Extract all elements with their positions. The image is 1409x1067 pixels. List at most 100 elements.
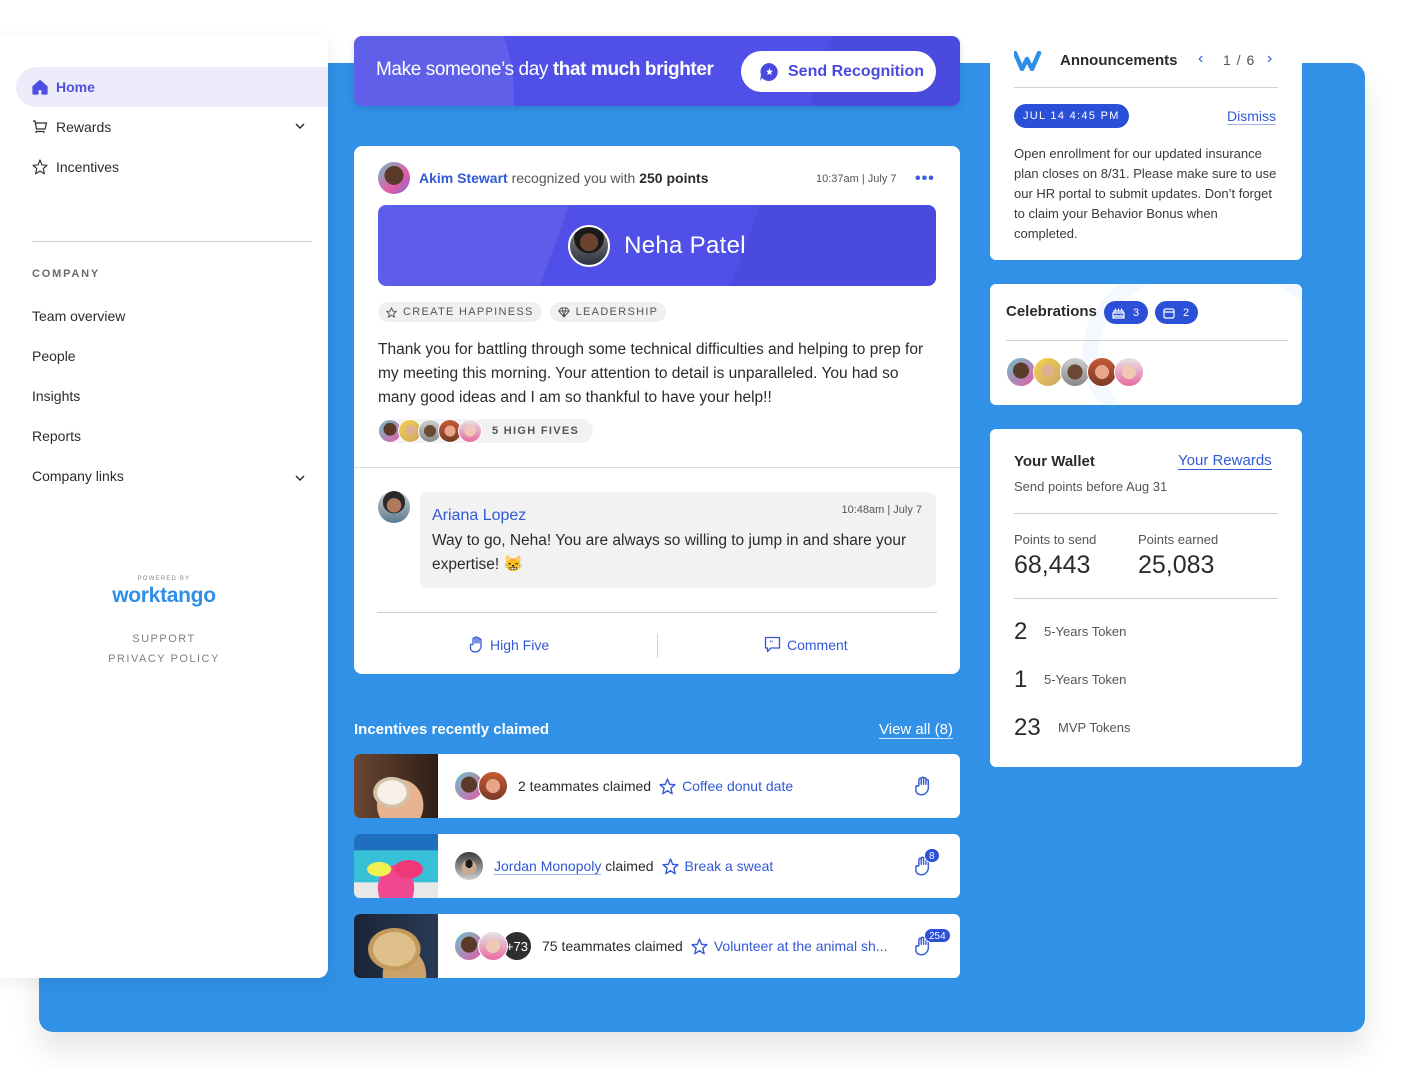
recognition-banner: Make someone’s day that much brighter Se…: [354, 36, 960, 106]
token-count: 23: [1014, 714, 1041, 741]
celebration-avatars: [1006, 357, 1144, 387]
claimed-label: claimed: [601, 858, 654, 874]
send-recognition-label: Send Recognition: [788, 62, 924, 80]
avatar: [458, 419, 482, 443]
incentive-details: +73 75 teammates claimed Volunteer at th…: [454, 931, 887, 961]
announcement-pagination: 1 / 6: [1223, 52, 1256, 68]
high-fives-summary[interactable]: 5 HIGH FIVES: [378, 419, 594, 443]
claimer-name-link[interactable]: Jordan Monopoly: [494, 858, 602, 875]
privacy-policy-link[interactable]: PRIVACY POLICY: [0, 653, 328, 665]
sidebar-item-label: Incentives: [56, 159, 120, 175]
banner-text: Make someone’s day that much brighter: [376, 59, 714, 81]
sidebar-item-insights[interactable]: Insights: [32, 388, 312, 408]
tag-label: CREATE HAPPINESS: [403, 306, 534, 318]
high-five-button[interactable]: High Five: [469, 636, 549, 653]
tag-create-happiness[interactable]: CREATE HAPPINESS: [378, 302, 542, 322]
high-five-count-badge: 254: [924, 928, 951, 943]
high-fives-count: 5 HIGH FIVES: [492, 425, 580, 437]
value-tags: CREATE HAPPINESS LEADERSHIP: [378, 302, 667, 322]
comment-button[interactable]: " Comment: [764, 636, 848, 653]
star-icon: [691, 937, 708, 954]
incentives-section-title: Incentives recently claimed: [354, 721, 550, 738]
svg-text:": ": [770, 640, 774, 648]
sidebar-divider: [32, 241, 312, 242]
more-options-icon[interactable]: •••: [915, 170, 935, 188]
recognition-badge-icon: [760, 62, 778, 81]
incentive-image-dog: [354, 914, 438, 978]
anniversaries-pill[interactable]: 2: [1155, 301, 1199, 324]
incentive-image-workout: [354, 834, 438, 898]
high-five-button[interactable]: [914, 776, 932, 801]
claimer-avatars: [454, 851, 484, 881]
claimer-text: 2 teammates claimed: [518, 778, 652, 794]
diamond-icon: [557, 307, 570, 317]
calendar-icon: [1163, 307, 1175, 319]
avatar[interactable]: [1006, 357, 1036, 387]
recipient-name: Neha Patel: [624, 231, 746, 259]
support-link[interactable]: SUPPORT: [0, 633, 328, 645]
incentive-row[interactable]: +73 75 teammates claimed Volunteer at th…: [354, 914, 960, 978]
commenter-name-link[interactable]: Ariana Lopez: [432, 507, 526, 525]
avatar: [478, 931, 508, 961]
wallet-subtitle: Send points before Aug 31: [1014, 479, 1168, 494]
claimer-text: Jordan Monopoly claimed: [494, 858, 654, 875]
chevron-down-icon: [295, 475, 305, 482]
sidebar-item-reports[interactable]: Reports: [32, 428, 312, 448]
high-five-button[interactable]: 254: [914, 928, 951, 961]
sidebar-item-rewards[interactable]: Rewards: [16, 107, 328, 147]
commenter-avatar[interactable]: [378, 491, 410, 523]
sidebar-item-company-links[interactable]: Company links: [32, 468, 312, 488]
tag-label: LEADERSHIP: [575, 306, 659, 318]
star-icon: [661, 857, 679, 874]
recognition-action-text: recognized you with: [507, 170, 640, 186]
send-recognition-button[interactable]: Send Recognition: [741, 51, 936, 92]
celebrations-card: Celebrations 3 2: [990, 284, 1302, 405]
token-count: 1: [1014, 666, 1028, 693]
avatar[interactable]: [1033, 357, 1063, 387]
incentive-name-link[interactable]: Coffee donut date: [682, 778, 793, 794]
claimer-text: 75 teammates claimed: [542, 938, 683, 954]
sidebar-item-people[interactable]: People: [32, 348, 312, 368]
sidebar-item-incentives[interactable]: Incentives: [16, 147, 328, 187]
sender-name-link[interactable]: Akim Stewart: [419, 170, 508, 186]
sender-avatar[interactable]: [378, 162, 410, 194]
birthdays-pill[interactable]: 3: [1104, 301, 1149, 324]
sidebar-item-label: Rewards: [56, 119, 112, 135]
avatar[interactable]: [1060, 357, 1090, 387]
dismiss-announcement-link[interactable]: Dismiss: [1227, 108, 1276, 125]
incentive-name-link[interactable]: Volunteer at the animal sh...: [714, 938, 888, 954]
sidebar-item-home[interactable]: Home: [16, 67, 328, 107]
incentive-row[interactable]: 2 teammates claimed Coffee donut date: [354, 754, 960, 818]
next-announcement-button[interactable]: ›: [1267, 50, 1272, 68]
card-divider: [354, 467, 960, 468]
sidebar-item-label: Company links: [32, 468, 124, 484]
previous-announcement-button[interactable]: ‹: [1198, 50, 1203, 68]
recipient-avatar[interactable]: [568, 224, 611, 267]
avatar[interactable]: [1114, 357, 1144, 387]
card-divider: [1014, 513, 1278, 514]
announcements-title: Announcements: [1060, 52, 1178, 69]
comment-icon: ": [764, 636, 781, 653]
token-label: 5-Years Token: [1044, 672, 1127, 687]
home-icon: [32, 79, 48, 95]
high-five-button[interactable]: 8: [914, 848, 940, 881]
comment-text: Way to go, Neha! You are always so willi…: [432, 532, 907, 573]
comment-bubble: Ariana Lopez 10:48am | July 7 Way to go,…: [420, 492, 936, 588]
tag-leadership[interactable]: LEADERSHIP: [549, 302, 667, 322]
cart-icon: [32, 119, 48, 135]
high-five-avatars: [378, 419, 482, 443]
worktango-w-logo: [1014, 51, 1042, 71]
points-to-send-label: Points to send: [1014, 532, 1097, 547]
avatar[interactable]: [1087, 357, 1117, 387]
sidebar-item-team-overview[interactable]: Team overview: [32, 308, 312, 328]
incentive-name-link[interactable]: Break a sweat: [685, 858, 774, 874]
incentive-row[interactable]: Jordan Monopoly claimed Break a sweat 8: [354, 834, 960, 898]
wallet-title: Your Wallet: [1014, 453, 1095, 470]
comment-timestamp: 10:48am | July 7: [841, 504, 922, 516]
recognition-message: Thank you for battling through some tech…: [378, 341, 924, 406]
view-all-incentives-link[interactable]: View all (8): [879, 721, 953, 739]
token-count: 2: [1014, 618, 1028, 645]
your-rewards-link[interactable]: Your Rewards: [1178, 452, 1272, 470]
token-label: MVP Tokens: [1058, 720, 1131, 735]
points-earned-label: Points earned: [1138, 532, 1219, 547]
